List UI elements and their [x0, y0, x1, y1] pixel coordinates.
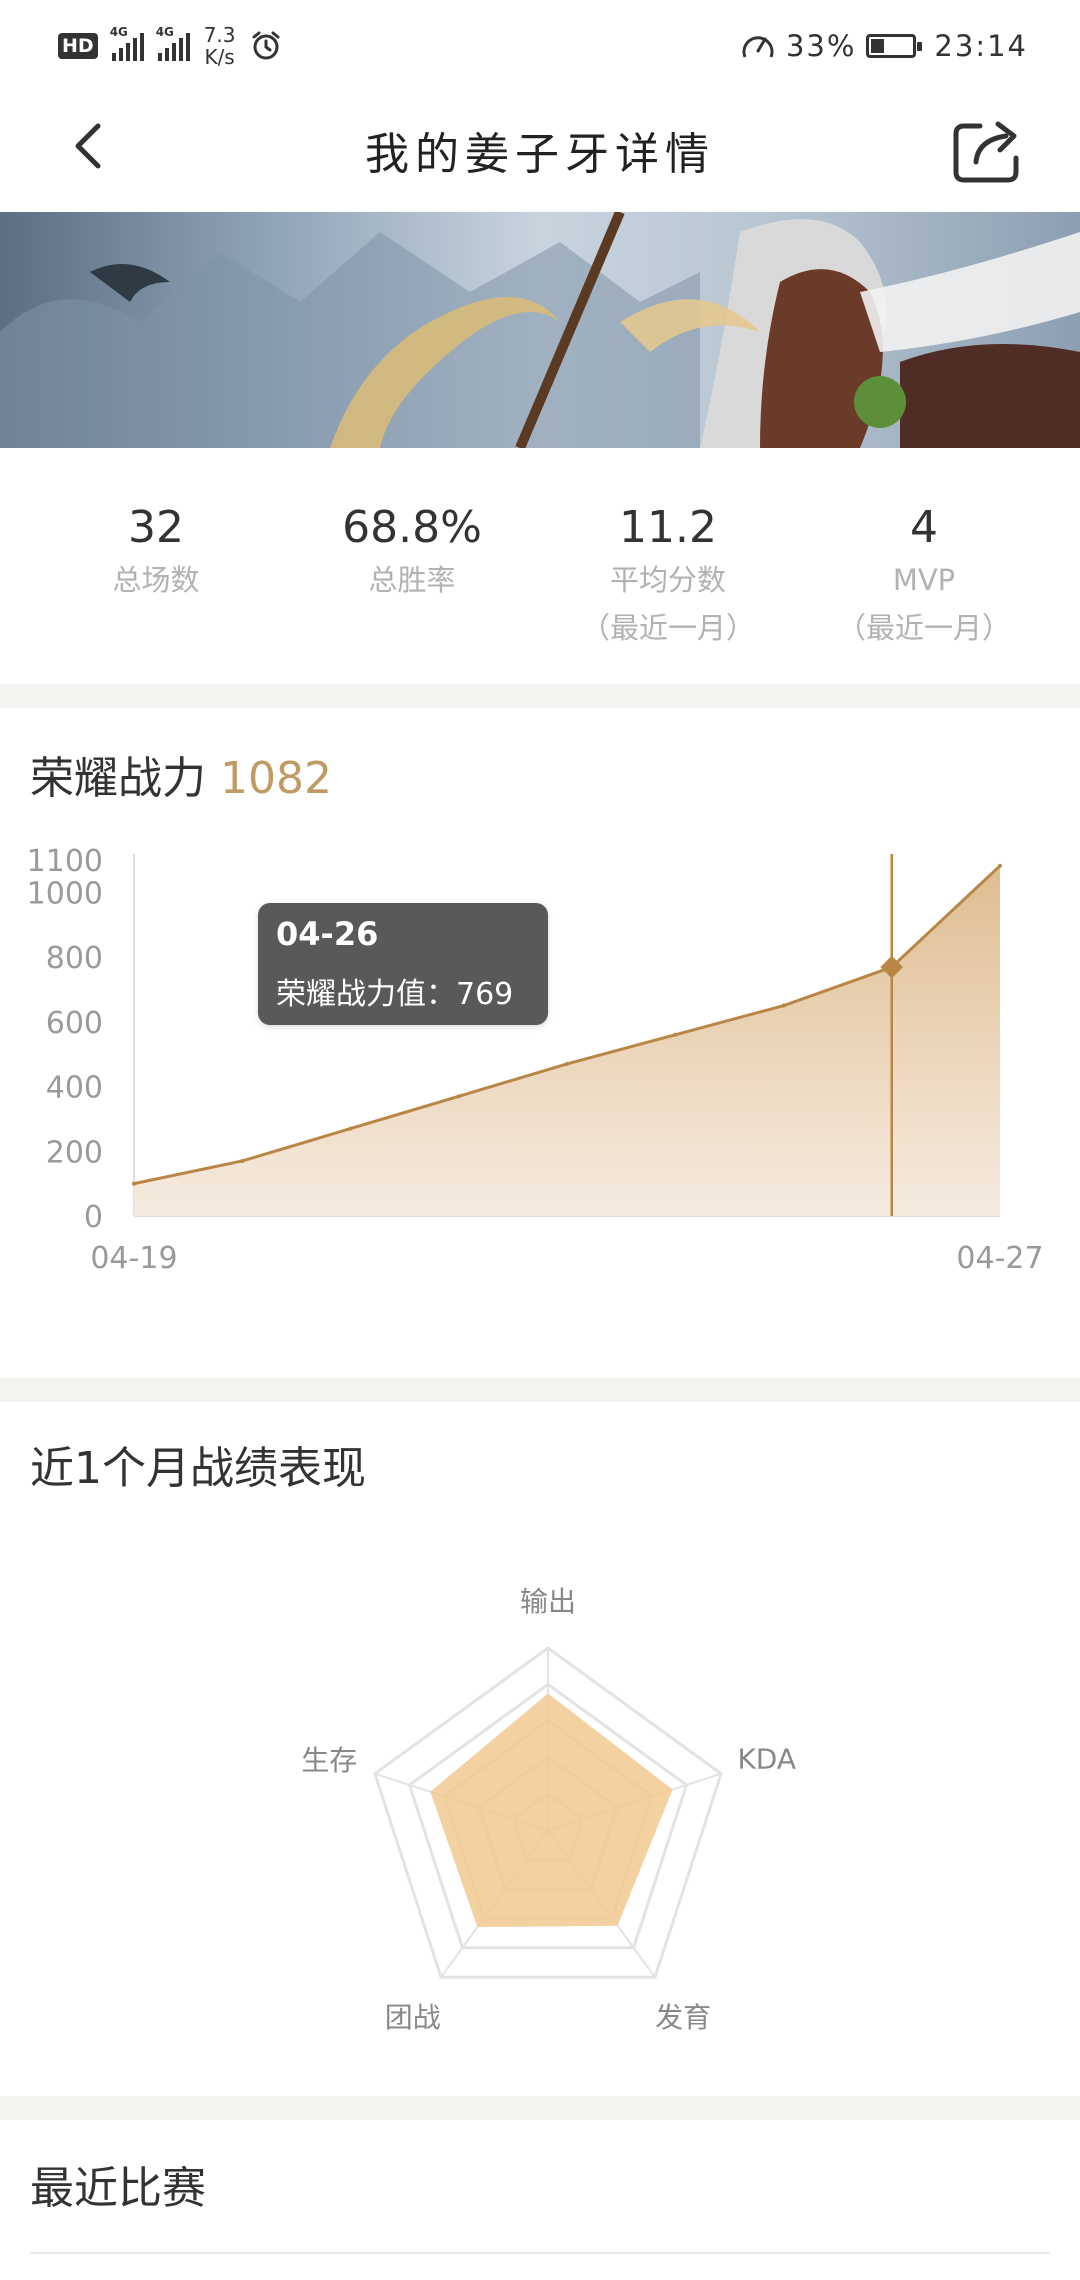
speedometer-icon [742, 36, 774, 58]
status-right: 33% 23:14 [740, 22, 1028, 70]
hero-banner [0, 212, 1080, 448]
section-divider [0, 1378, 1080, 1402]
x-tick-label: 04-19 [90, 1241, 177, 1276]
radar-axis-label: 发育 [655, 2001, 712, 2035]
battery-icon [866, 34, 923, 58]
chart-data-point [998, 863, 1002, 868]
section-divider [0, 2096, 1080, 2120]
chart-data-point [240, 1158, 245, 1163]
y-tick-label: 400 [46, 1071, 103, 1106]
stat-label: 总场数 [112, 563, 200, 597]
section-divider [0, 684, 1080, 708]
y-tick-label: 1000 [27, 876, 103, 911]
battery-percent: 33% [785, 29, 857, 63]
stats-row: 32 总场数 68.8% 总胜率 11.2 平均分数 （最近一月） 4 MVP … [0, 448, 1080, 684]
page-title: 我的姜子牙详情 [365, 129, 715, 180]
signal-icon: 4G [110, 25, 144, 61]
speed-value: 7.3 [203, 23, 236, 47]
chart-data-point [565, 1061, 569, 1066]
chart-data-point [348, 1126, 353, 1131]
stat-label: 平均分数 [609, 563, 726, 597]
radar-axis-label: 输出 [519, 1585, 577, 1618]
chart-data-point [781, 1003, 786, 1008]
chart-data-point [456, 1094, 461, 1099]
chart-data-point [132, 1181, 136, 1186]
net-type-label: 4G [109, 25, 128, 39]
status-bar: HD 4G 4G 7.3 K/s 33% 23:14 [0, 0, 1080, 92]
clock-time: 23:14 [934, 29, 1028, 63]
x-tick-label: 04-27 [956, 1241, 1043, 1276]
stat-value: 4 [910, 502, 938, 553]
stat-label: 总胜率 [368, 563, 456, 597]
status-left: HD 4G 4G 7.3 K/s [58, 22, 282, 70]
net-type-label: 4G [155, 25, 174, 39]
y-tick-label: 800 [46, 941, 103, 976]
stat-mvp: 4 MVP （最近一月） [796, 448, 1052, 684]
radar-axis-label: 团战 [384, 2001, 441, 2035]
app-header: 我的姜子牙详情 [0, 92, 1080, 212]
share-icon[interactable] [948, 110, 1028, 186]
hero-artwork [0, 212, 1080, 448]
stat-sublabel: （最近一月） [836, 611, 1011, 645]
stat-value: 68.8% [342, 502, 482, 553]
stat-win-rate: 68.8% 总胜率 [284, 448, 540, 684]
recent-matches-title: 最近比赛 [30, 2163, 206, 2214]
radar-value-area [430, 1693, 673, 1928]
stat-average-score: 11.2 平均分数 （最近一月） [540, 448, 796, 684]
performance-radar-chart: 输出 KDA 发育 团战 生存 [0, 1540, 1080, 2040]
stat-label: MVP [892, 563, 956, 597]
stat-sublabel: （最近一月） [580, 611, 755, 645]
y-tick-label: 1100 [27, 844, 103, 879]
signal-icon: 4G [156, 25, 190, 61]
stat-value: 11.2 [619, 502, 717, 553]
chart-data-point [673, 1032, 678, 1037]
power-chart[interactable]: 0 200 400 600 800 1000 1100 04-19 04-27 [0, 820, 1080, 1300]
power-section-title: 荣耀战力 1082 [30, 742, 332, 806]
hd-badge: HD [58, 33, 98, 59]
network-speed: 7.3 K/s [204, 24, 236, 68]
power-title: 荣耀战力 [30, 753, 206, 804]
list-divider [30, 2252, 1050, 2254]
y-tick-label: 0 [84, 1200, 103, 1235]
power-value: 1082 [220, 753, 332, 804]
tooltip-value: 荣耀战力值：769 [276, 977, 514, 1012]
tooltip-date: 04-26 [276, 915, 379, 953]
chart-tooltip: 04-26 荣耀战力值：769 [258, 903, 548, 1025]
alarm-icon [252, 31, 279, 60]
radar-axis-label: 生存 [301, 1743, 358, 1777]
y-tick-label: 200 [46, 1135, 103, 1170]
y-tick-label: 600 [46, 1006, 103, 1041]
stat-total-games: 32 总场数 [28, 448, 284, 684]
record-section-title: 近1个月战绩表现 [30, 1443, 366, 1494]
power-chart-svg: 0 200 400 600 800 10001100 04-19 04-27 [27, 844, 1044, 1276]
speed-unit: K/s [204, 45, 235, 69]
stat-value: 32 [128, 502, 184, 553]
radar-axis-label: KDA [737, 1742, 797, 1776]
